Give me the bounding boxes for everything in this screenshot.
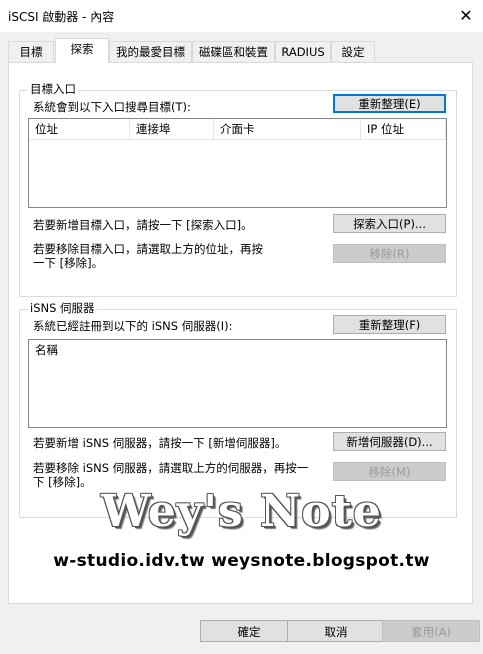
apply-button[interactable]: 套用(A) xyxy=(382,620,480,642)
refresh-portals-button[interactable]: 重新整理(E) xyxy=(333,94,446,113)
column-adapter[interactable]: 介面卡 xyxy=(214,119,361,139)
portals-description: 系統會到以下入口搜尋目標(T): xyxy=(33,100,191,114)
target-portals-group-label: 目標入口 xyxy=(28,81,78,97)
discover-portal-button[interactable]: 探索入口(P)... xyxy=(333,214,446,233)
tab-volumes-devices[interactable]: 磁碟區和裝置 xyxy=(192,41,275,62)
portals-list-header: 位址 連接埠 介面卡 IP 位址 xyxy=(29,119,446,140)
close-icon[interactable]: ✕ xyxy=(449,0,483,32)
tab-favorite-targets[interactable]: 我的最愛目標 xyxy=(109,41,192,62)
isns-description: 系統已經註冊到以下的 iSNS 伺服器(I): xyxy=(33,319,233,333)
isns-listview[interactable]: 名稱 xyxy=(28,339,447,428)
tab-targets[interactable]: 目標 xyxy=(8,41,54,62)
column-port[interactable]: 連接埠 xyxy=(130,119,214,139)
column-name[interactable]: 名稱 xyxy=(29,340,149,360)
isns-list-header: 名稱 xyxy=(29,340,446,360)
cancel-button[interactable]: 取消 xyxy=(287,620,385,642)
ok-button[interactable]: 確定 xyxy=(200,620,298,642)
portals-listview[interactable]: 位址 連接埠 介面卡 IP 位址 xyxy=(28,118,447,208)
watermark-sites: w-studio.idv.tw weysnote.blogspot.tw xyxy=(53,551,430,571)
window-title: iSCSI 啟動器 - 內容 xyxy=(8,10,115,24)
refresh-isns-button[interactable]: 重新整理(F) xyxy=(333,315,446,334)
remove-isns-server-button[interactable]: 移除(M) xyxy=(333,462,446,481)
tab-radius[interactable]: RADIUS xyxy=(275,41,331,62)
remove-portal-button[interactable]: 移除(R) xyxy=(333,244,446,263)
watermark-title: Wey's Note xyxy=(101,486,382,537)
add-isns-server-button[interactable]: 新增伺服器(D)... xyxy=(333,432,446,451)
isns-group-label: iSNS 伺服器 xyxy=(28,300,97,316)
remove-portal-hint-line2: 一下 [移除]。 xyxy=(33,256,104,270)
column-address[interactable]: 位址 xyxy=(29,119,130,139)
add-isns-hint: 若要新增 iSNS 伺服器，請按一下 [新增伺服器]。 xyxy=(33,436,287,450)
title-bar: iSCSI 啟動器 - 內容 ✕ xyxy=(0,0,483,32)
tab-settings[interactable]: 設定 xyxy=(331,41,375,62)
column-ip-address[interactable]: IP 位址 xyxy=(361,119,446,139)
tab-discovery[interactable]: 探索 xyxy=(55,38,109,63)
add-portal-hint: 若要新增目標入口，請按一下 [探索入口]。 xyxy=(33,218,253,232)
